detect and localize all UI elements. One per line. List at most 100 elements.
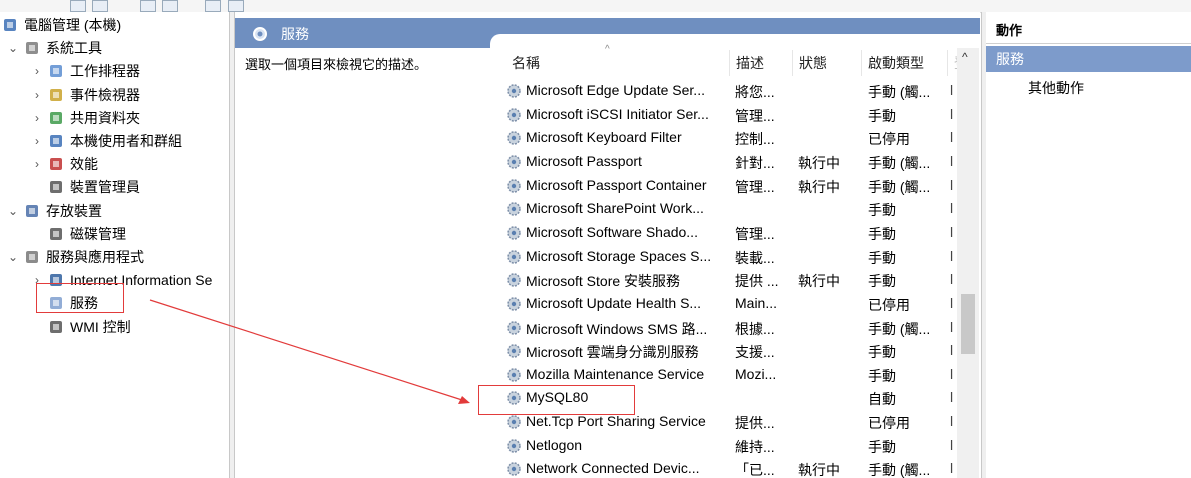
tree-item-8[interactable]: ⌄ 存放裝置: [0, 200, 229, 222]
column-header-startup-type[interactable]: 啟動類型: [862, 50, 948, 76]
service-gear-icon: [506, 367, 522, 386]
chevron-right-icon[interactable]: ›: [30, 130, 44, 152]
tree-item-1[interactable]: ⌄ 系統工具: [0, 37, 229, 59]
tree-item-3[interactable]: › 事件檢視器: [0, 84, 229, 106]
service-gear-icon: [506, 249, 522, 268]
table-row[interactable]: Microsoft SharePoint Work... 手動 l: [490, 198, 954, 222]
table-row[interactable]: Microsoft 雲端身分識別服務 支援... 手動 l: [490, 340, 954, 364]
cell-status: 執行中: [798, 273, 840, 290]
cell-desc: 將您...: [735, 84, 775, 100]
chevron-right-icon[interactable]: ›: [30, 84, 44, 106]
table-row[interactable]: Microsoft Keyboard Filter 控制... 已停用 l: [490, 127, 954, 151]
chevron-right-icon[interactable]: ›: [30, 60, 44, 82]
cell-desc: 管理...: [735, 178, 775, 195]
cell-startup: 已停用: [868, 131, 910, 148]
tree-item-label: 共用資料夾: [70, 109, 140, 126]
actions-services-item[interactable]: 服務: [986, 46, 1191, 72]
service-gear-icon: [506, 130, 522, 149]
table-row[interactable]: Microsoft Passport Container 管理... 執行中 手動 (…: [490, 175, 953, 199]
computer-icon: [2, 17, 18, 33]
cell-logon: l: [950, 271, 954, 288]
cell-desc: 提供...: [735, 415, 775, 432]
device-manager-icon: [48, 179, 64, 195]
table-row[interactable]: Microsoft Update Health S... Main... 已停用 l: [490, 293, 953, 317]
event-viewer-icon: [48, 87, 64, 103]
chevron-down-icon[interactable]: ⌄: [6, 200, 20, 222]
scroll-up-icon[interactable]: ^: [962, 50, 968, 64]
table-row[interactable]: Netlogon 維持... 手動 l: [490, 435, 953, 459]
cell-name: Microsoft Storage Spaces S...: [526, 247, 712, 264]
chevron-right-icon[interactable]: ›: [30, 153, 44, 175]
cell-logon: l: [950, 129, 954, 146]
tree-item-10[interactable]: ⌄ 服務與應用程式: [0, 246, 229, 268]
shared-folder-icon: [48, 110, 64, 126]
cell-logon: l: [950, 342, 954, 359]
cell-name: Netlogon: [526, 436, 583, 453]
storage-icon: [24, 203, 40, 219]
tree-item-6[interactable]: › 效能: [0, 153, 229, 175]
toolbar-button[interactable]: [140, 0, 156, 12]
table-row[interactable]: Microsoft iSCSI Initiator Ser... 管理... 手動 l: [490, 104, 953, 128]
chevron-right-icon[interactable]: ›: [30, 107, 44, 129]
toolbar-button[interactable]: [162, 0, 178, 12]
cell-logon: l: [950, 223, 954, 240]
table-row[interactable]: Microsoft Edge Update Ser... 將您... 手動 (觸..…: [490, 80, 954, 104]
tree-item-9[interactable]: 磁碟管理: [0, 223, 229, 245]
cell-name: Mozilla Maintenance Service: [526, 365, 705, 382]
clock-icon: [48, 63, 64, 79]
table-row[interactable]: Mozilla Maintenance Service Mozi... 手動 l: [490, 364, 953, 388]
cell-name: Microsoft Passport: [526, 152, 642, 169]
cell-startup: 手動: [868, 249, 896, 266]
cell-logon: l: [950, 82, 954, 98]
table-row[interactable]: Network Connected Devic... 「已... 執行中 手動 (觸.…: [490, 458, 953, 478]
toolbar-button[interactable]: [70, 0, 86, 12]
toolbar-button[interactable]: [205, 0, 221, 12]
cell-startup: 手動: [868, 273, 896, 290]
cell-desc: 控制...: [735, 131, 775, 148]
toolbar-button[interactable]: [92, 0, 108, 12]
service-gear-icon: [506, 320, 522, 339]
service-gear-icon: [506, 225, 522, 244]
more-actions-item[interactable]: 其他動作: [1028, 78, 1084, 98]
cell-name: Microsoft Store 安裝服務: [526, 273, 681, 290]
cell-name: Microsoft SharePoint Work...: [526, 200, 704, 217]
chevron-down-icon[interactable]: ⌄: [6, 37, 20, 59]
column-header-description[interactable]: 描述: [730, 50, 793, 76]
cell-name: Net.Tcp Port Sharing Service: [526, 413, 706, 430]
cell-status: 執行中: [798, 154, 840, 171]
cell-desc: 支援...: [735, 344, 775, 361]
service-gear-icon: [506, 83, 522, 102]
cell-name: Microsoft Edge Update Ser...: [526, 82, 705, 98]
tree-item-2[interactable]: › 工作排程器: [0, 60, 229, 82]
table-row[interactable]: Microsoft Store 安裝服務 提供 ... 執行中 手動 l: [490, 269, 954, 293]
tree-item-4[interactable]: › 共用資料夾: [0, 107, 229, 129]
cell-logon: l: [950, 318, 954, 335]
service-gear-icon: [506, 414, 522, 433]
table-row[interactable]: Microsoft Storage Spaces S... 裝載... 手動 l: [490, 246, 953, 270]
tree-item-7[interactable]: 裝置管理員: [0, 176, 229, 198]
chevron-down-icon[interactable]: ⌄: [6, 246, 20, 268]
vertical-scrollbar[interactable]: ^: [957, 48, 979, 478]
toolbar-button[interactable]: [228, 0, 244, 12]
scrollbar-thumb[interactable]: [961, 294, 975, 354]
tree-item-label: 存放裝置: [46, 202, 102, 219]
tree-item-0[interactable]: 電腦管理 (本機): [0, 14, 229, 36]
column-header-name[interactable]: 名稱: [506, 50, 730, 76]
cell-startup: 手動: [868, 225, 896, 242]
tree-item-13[interactable]: WMI 控制: [0, 316, 229, 338]
cell-startup: 手動: [868, 107, 896, 124]
services-header-label: 服務: [281, 26, 309, 42]
tree-item-5[interactable]: › 本機使用者和群組: [0, 130, 229, 152]
cell-name: Microsoft Passport Container: [526, 176, 707, 193]
cell-startup: 已停用: [868, 296, 910, 313]
service-gear-icon: [506, 296, 522, 315]
table-row[interactable]: Microsoft Passport 針對... 執行中 手動 (觸... l: [490, 151, 953, 175]
cell-startup: 手動: [868, 367, 896, 384]
service-gear-icon: [506, 343, 522, 362]
actions-header: 動作: [986, 18, 1191, 44]
table-row[interactable]: Microsoft Software Shado... 管理... 手動 l: [490, 222, 954, 246]
table-row[interactable]: Microsoft Windows SMS 路... 根據... 手動 (觸... l: [490, 317, 954, 341]
column-header-status[interactable]: 狀態: [793, 50, 862, 76]
cell-logon: l: [950, 200, 954, 217]
service-gear-icon: [506, 107, 522, 126]
